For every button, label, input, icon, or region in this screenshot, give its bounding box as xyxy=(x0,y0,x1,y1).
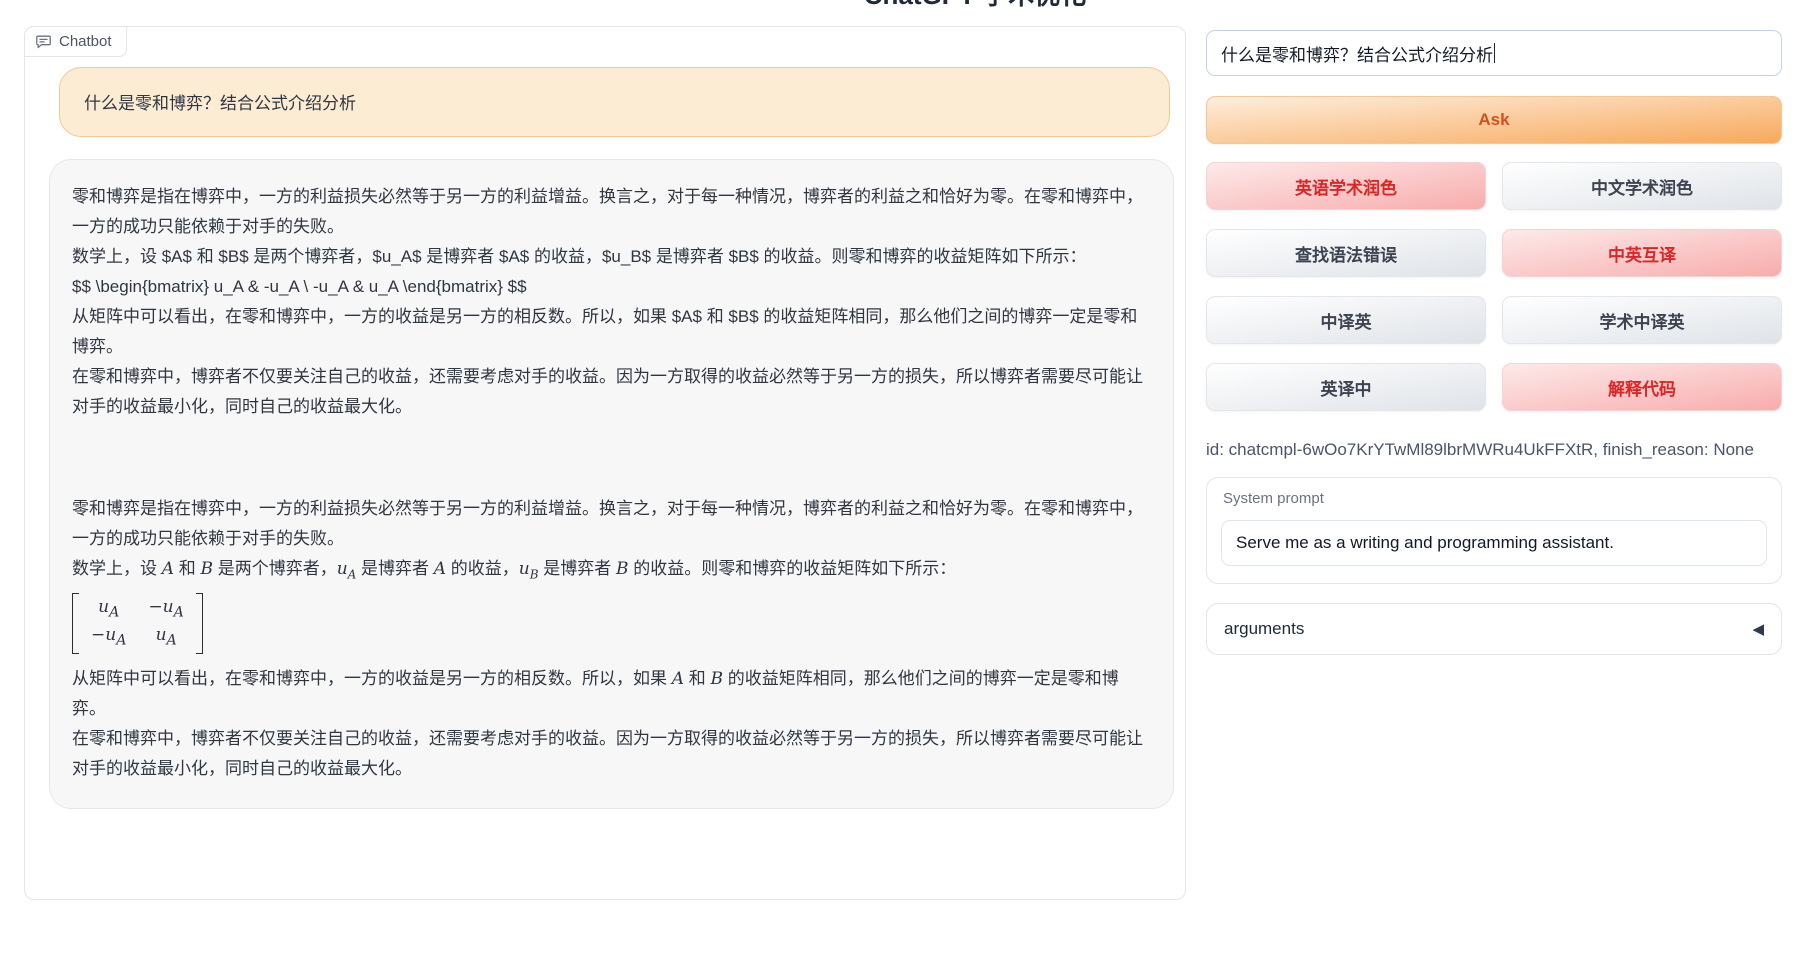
matrix-cells: uA−uA−uAuA xyxy=(79,593,196,654)
matrix-cell: uA xyxy=(148,624,183,651)
math-variable: B xyxy=(710,669,723,689)
chatbot-panel: Chatbot 什么是零和博弈？结合公式介绍分析 零和博弈是指在博弈中，一方的利… xyxy=(24,26,1186,900)
matrix-cell: −uA xyxy=(91,624,126,651)
function-button-1[interactable]: 英语学术润色 xyxy=(1206,162,1486,210)
matrix-right-bracket xyxy=(196,593,203,654)
arguments-accordion-label: arguments xyxy=(1224,619,1304,639)
matrix-cell: uA xyxy=(91,596,126,623)
rendered-paragraph-4: 在零和博弈中，博弈者不仅要关注自己的收益，还需要考虑对手的收益。因为一方取得的收… xyxy=(72,724,1149,784)
bot-message-rendered: 零和博弈是指在博弈中，一方的利益损失必然等于另一方的利益增益。换言之，对于每一种… xyxy=(72,494,1149,784)
matrix-left-bracket xyxy=(72,593,79,654)
completion-status-text: id: chatcmpl-6wOo7KrYTwMl89lbrMWRu4UkFFX… xyxy=(1206,440,1782,460)
arguments-accordion[interactable]: arguments ◀ xyxy=(1206,603,1782,655)
rendered-paragraph-2: 数学上，设 A 和 B 是两个博弈者，uA 是博弈者 A 的收益，uB 是博弈者… xyxy=(72,554,1149,589)
function-button-grid: 英语学术润色中文学术润色查找语法错误中英互译中译英学术中译英英译中解释代码 xyxy=(1206,162,1782,411)
system-prompt-input[interactable]: Serve me as a writing and programming as… xyxy=(1221,520,1767,566)
text-cursor xyxy=(1494,43,1495,63)
bot-message-raw-markdown: 零和博弈是指在博弈中，一方的利益损失必然等于另一方的利益增益。换言之，对于每一种… xyxy=(72,182,1149,422)
chat-bubble-icon xyxy=(35,33,52,50)
page-title: ChatGPT 学术优化 xyxy=(790,0,1160,9)
math-variable: A xyxy=(672,669,684,689)
user-message-text: 什么是零和博弈？结合公式介绍分析 xyxy=(84,94,356,113)
function-button-3[interactable]: 查找语法错误 xyxy=(1206,229,1486,277)
ask-button[interactable]: Ask xyxy=(1206,96,1782,144)
math-variable: A xyxy=(434,559,446,579)
function-button-7[interactable]: 英译中 xyxy=(1206,363,1486,411)
function-button-5[interactable]: 中译英 xyxy=(1206,296,1486,344)
chatbot-label: Chatbot xyxy=(24,26,127,57)
math-variable: B xyxy=(200,559,213,579)
payoff-matrix: uA−uA−uAuA xyxy=(72,593,203,654)
math-variable: uB xyxy=(519,559,539,579)
question-input-value: 什么是零和博弈？结合公式介绍分析 xyxy=(1221,41,1493,66)
math-variable: uA xyxy=(337,559,357,579)
system-prompt-label: System prompt xyxy=(1223,490,1324,507)
chatbot-label-text: Chatbot xyxy=(59,33,112,50)
bot-message-bubble: 零和博弈是指在博弈中，一方的利益损失必然等于另一方的利益增益。换言之，对于每一种… xyxy=(49,159,1174,809)
math-variable: A xyxy=(162,559,174,579)
function-button-6[interactable]: 学术中译英 xyxy=(1502,296,1782,344)
system-prompt-group: System prompt Serve me as a writing and … xyxy=(1206,477,1782,584)
rendered-paragraph-1: 零和博弈是指在博弈中，一方的利益损失必然等于另一方的利益增益。换言之，对于每一种… xyxy=(72,494,1149,554)
app-root: ChatGPT 学术优化 Chatbot 什么是零和博弈？结合公式介绍分析 零和… xyxy=(0,0,1814,961)
function-button-2[interactable]: 中文学术润色 xyxy=(1502,162,1782,210)
function-button-8[interactable]: 解释代码 xyxy=(1502,363,1782,411)
collapse-left-triangle-icon: ◀ xyxy=(1752,620,1764,638)
math-variable: B xyxy=(616,559,629,579)
user-message-bubble: 什么是零和博弈？结合公式介绍分析 xyxy=(59,67,1170,137)
system-prompt-value: Serve me as a writing and programming as… xyxy=(1236,533,1614,553)
rendered-paragraph-3: 从矩阵中可以看出，在零和博弈中，一方的收益是另一方的相反数。所以，如果 A 和 … xyxy=(72,664,1149,724)
function-button-4[interactable]: 中英互译 xyxy=(1502,229,1782,277)
question-input[interactable]: 什么是零和博弈？结合公式介绍分析 xyxy=(1206,30,1782,76)
matrix-cell: −uA xyxy=(148,596,183,623)
